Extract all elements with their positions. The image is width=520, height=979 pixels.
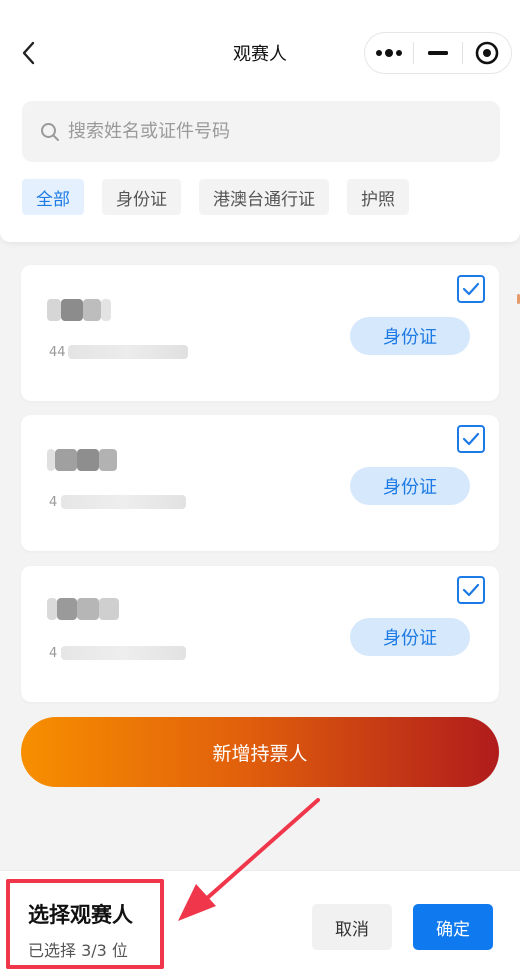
spectator-id-number: 4 xyxy=(49,493,187,511)
spectator-id-number: 4 xyxy=(49,644,187,662)
confirm-button[interactable]: 确定 xyxy=(413,904,493,950)
spectator-card[interactable]: 4 身份证 xyxy=(21,415,499,551)
header: 观赛人 全部 身份 xyxy=(0,0,520,242)
checkmark-icon xyxy=(462,282,480,296)
search-bar[interactable] xyxy=(22,101,500,162)
spectator-name-blurred xyxy=(47,596,119,622)
more-dots-icon xyxy=(376,49,402,57)
spectator-card[interactable]: 4 身份证 xyxy=(21,566,499,702)
tab-passport[interactable]: 护照 xyxy=(347,179,409,215)
checkmark-icon xyxy=(462,583,480,597)
doc-type-badge: 身份证 xyxy=(350,317,470,355)
footer-bar: 选择观赛人 已选择 3/3 位 取消 确定 xyxy=(0,870,520,979)
add-ticket-holder-button[interactable]: 新增持票人 xyxy=(21,717,499,787)
tab-id-card[interactable]: 身份证 xyxy=(102,179,181,215)
tab-all[interactable]: 全部 xyxy=(22,179,84,215)
tab-hk-macau-taiwan-permit[interactable]: 港澳台通行证 xyxy=(199,179,329,215)
spectator-name-blurred xyxy=(47,297,111,323)
minimize-icon xyxy=(428,51,448,55)
spectator-name-blurred xyxy=(47,447,117,473)
spectator-card[interactable]: 44 身份证 xyxy=(21,265,499,401)
more-button[interactable] xyxy=(365,33,413,73)
mini-program-capsule xyxy=(364,32,512,74)
doc-type-badge: 身份证 xyxy=(350,618,470,656)
checkmark-icon xyxy=(462,432,480,446)
cancel-button[interactable]: 取消 xyxy=(312,904,392,950)
search-icon xyxy=(41,122,59,141)
search-input[interactable] xyxy=(68,121,468,142)
selected-count: 已选择 3/3 位 xyxy=(28,941,128,960)
record-target-icon xyxy=(475,41,499,65)
close-program-button[interactable] xyxy=(463,33,511,73)
spectator-id-number: 44 xyxy=(49,343,188,361)
footer-title: 选择观赛人 xyxy=(28,903,133,927)
minimize-button[interactable] xyxy=(414,33,462,73)
doc-type-badge: 身份证 xyxy=(350,467,470,505)
select-checkbox[interactable] xyxy=(457,275,485,303)
filter-tabs: 全部 身份证 港澳台通行证 护照 xyxy=(22,179,427,215)
select-checkbox[interactable] xyxy=(457,425,485,453)
select-checkbox[interactable] xyxy=(457,576,485,604)
